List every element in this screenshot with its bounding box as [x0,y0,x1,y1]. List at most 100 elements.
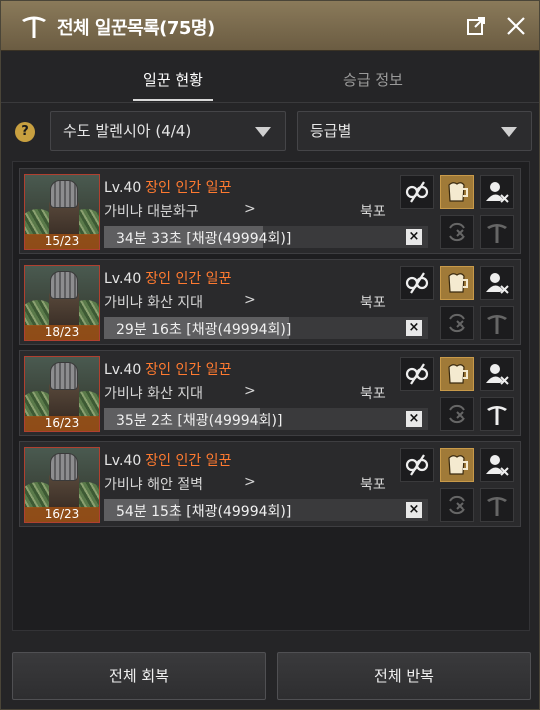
close-button[interactable] [503,13,529,39]
worker-portrait: 16/23 [24,356,100,432]
pickaxe-icon [487,497,507,516]
work-progress-bar: 29분 16초 [채광(49994회)] × [104,317,428,339]
assign-work-button[interactable] [480,397,514,431]
worker-location: 가비냐 대분화구 [104,204,199,220]
stop-work-button[interactable]: × [406,229,422,245]
feed-worker-button[interactable] [440,357,474,391]
work-timer-text: 34분 33초 [채광(49994회)] [116,231,292,247]
user-remove-icon [486,455,509,476]
user-remove-icon [486,182,509,203]
beer-mug-icon [448,455,468,475]
worker-level: Lv.40 [104,271,142,287]
region-dropdown-value: 수도 발렌시아 (4/4) [63,122,192,140]
repeat-cancel-icon [449,404,465,424]
worker-level-line: Lv.40 장인 인간 일꾼 [104,450,231,470]
worker-list-window: 전체 일꾼목록(75명) 일꾼 현황 승급 정보 ? 수도 발렌시아 (4/4)… [0,0,540,710]
dismiss-worker-button[interactable] [480,448,514,482]
worker-grade: 장인 인간 일꾼 [145,180,232,196]
assign-work-button[interactable] [480,306,514,340]
tab-worker-status[interactable]: 일꾼 현황 [113,69,233,101]
worker-portrait: 18/23 [24,265,100,341]
popout-button[interactable] [463,13,489,39]
infinity-off-icon [405,181,429,203]
worker-card[interactable]: 15/23 Lv.40 장인 인간 일꾼 가비냐 대분화구 > 북포 34분 33… [19,168,521,254]
route-arrow: > [244,292,256,308]
help-icon[interactable]: ? [15,122,35,142]
tab-bar: 일꾼 현황 승급 정보 [1,61,539,103]
worker-helmet [50,453,78,481]
unlimited-toggle-button[interactable] [400,448,434,482]
repeat-work-button[interactable] [440,397,474,431]
worker-portrait: 15/23 [24,174,100,250]
worker-level: Lv.40 [104,180,142,196]
worker-portrait: 16/23 [24,447,100,523]
stamina-count: 15/23 [25,234,99,249]
sort-dropdown[interactable]: 등급별 [297,111,532,151]
user-remove-icon [486,364,509,385]
worker-level-line: Lv.40 장인 인간 일꾼 [104,177,231,197]
user-remove-icon [486,273,509,294]
worker-level: Lv.40 [104,362,142,378]
tab-promotion-info[interactable]: 승급 정보 [313,69,433,90]
dismiss-worker-button[interactable] [480,266,514,300]
worker-node: 북포 [360,386,386,402]
worker-level-line: Lv.40 장인 인간 일꾼 [104,268,231,288]
beer-mug-icon [448,364,468,384]
recover-all-button[interactable]: 전체 회복 [12,652,266,700]
stop-work-button[interactable]: × [406,320,422,336]
unlimited-toggle-button[interactable] [400,357,434,391]
worker-helmet [50,362,78,390]
region-dropdown[interactable]: 수도 발렌시아 (4/4) [50,111,286,151]
pickaxe-icon [487,224,507,243]
repeat-cancel-icon [449,313,465,333]
feed-worker-button[interactable] [440,266,474,300]
stop-work-button[interactable]: × [406,502,422,518]
worker-node: 북포 [360,295,386,311]
worker-card[interactable]: 16/23 Lv.40 장인 인간 일꾼 가비냐 해안 절벽 > 북포 54분 1… [19,441,521,527]
worker-helmet [50,271,78,299]
worker-card[interactable]: 16/23 Lv.40 장인 인간 일꾼 가비냐 화산 지대 > 북포 35분 2… [19,350,521,436]
unlimited-toggle-button[interactable] [400,175,434,209]
worker-node: 북포 [360,204,386,220]
worker-list[interactable]: 15/23 Lv.40 장인 인간 일꾼 가비냐 대분화구 > 북포 34분 33… [12,161,530,631]
pickaxe-icon [487,315,507,334]
worker-grade: 장인 인간 일꾼 [145,453,232,469]
worker-level: Lv.40 [104,453,142,469]
repeat-work-button[interactable] [440,306,474,340]
chevron-down-icon [255,127,271,137]
repeat-work-button[interactable] [440,488,474,522]
pickaxe-icon [487,406,507,425]
stamina-count: 18/23 [25,325,99,340]
repeat-work-button[interactable] [440,215,474,249]
unlimited-toggle-button[interactable] [400,266,434,300]
assign-work-button[interactable] [480,215,514,249]
repeat-all-button[interactable]: 전체 반복 [277,652,531,700]
work-progress-bar: 54분 15초 [채광(49994회)] × [104,499,428,521]
beer-mug-icon [448,273,468,293]
chevron-down-icon [501,127,517,137]
sort-dropdown-value: 등급별 [310,122,352,140]
worker-node: 북포 [360,477,386,493]
worker-location: 가비냐 화산 지대 [104,295,204,311]
stamina-count: 16/23 [25,507,99,522]
dismiss-worker-button[interactable] [480,175,514,209]
pickaxe-icon [22,16,46,38]
dismiss-worker-button[interactable] [480,357,514,391]
title-bar[interactable]: 전체 일꾼목록(75명) [1,1,539,51]
assign-work-button[interactable] [480,488,514,522]
worker-grade: 장인 인간 일꾼 [145,362,232,378]
worker-card[interactable]: 18/23 Lv.40 장인 인간 일꾼 가비냐 화산 지대 > 북포 29분 1… [19,259,521,345]
repeat-cancel-icon [449,495,465,515]
close-icon [507,17,525,35]
route-arrow: > [244,474,256,490]
stamina-count: 16/23 [25,416,99,431]
work-timer-text: 54분 15초 [채광(49994회)] [116,504,292,520]
route-arrow: > [244,201,256,217]
window-title: 전체 일꾼목록(75명) [57,18,215,39]
feed-worker-button[interactable] [440,448,474,482]
infinity-off-icon [405,454,429,476]
worker-level-line: Lv.40 장인 인간 일꾼 [104,359,231,379]
work-timer-text: 35분 2초 [채광(49994회)] [116,413,283,429]
feed-worker-button[interactable] [440,175,474,209]
stop-work-button[interactable]: × [406,411,422,427]
